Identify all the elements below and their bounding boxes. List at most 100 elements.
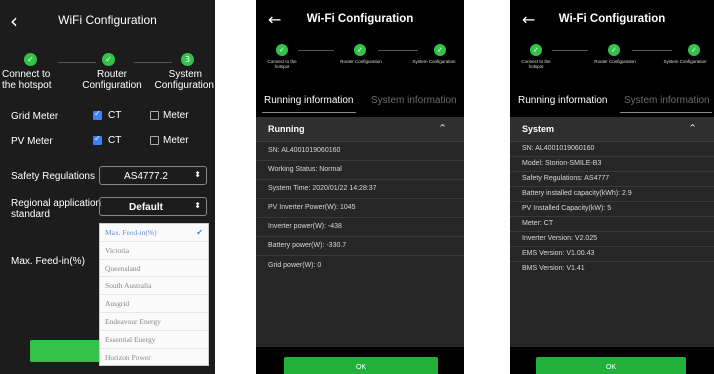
step-indicator: ✓ ✓ ✓ Connect to the hotspot Router Conf… (510, 44, 714, 90)
title-bar: ← Wi-Fi Configuration (510, 0, 714, 46)
step-label-line: hotspot (528, 64, 544, 69)
dropdown-option[interactable]: Endeavour Energy (100, 313, 208, 331)
tab-running-information[interactable]: Running information (518, 95, 608, 106)
info-text: Battery power(W): -330.7 (268, 242, 347, 249)
info-text: Meter: CT (522, 220, 554, 227)
chevron-up-icon: ^ (439, 123, 446, 132)
dropdown-option[interactable]: Ausgrid (100, 295, 208, 313)
tab-underline (262, 112, 356, 113)
safety-regulations-label: Safety Regulations (11, 171, 95, 182)
info-text: Battery installed capacity(kWh): 2.9 (522, 190, 632, 197)
info-row: PV Installed Capacity(kW): 5 (510, 201, 714, 216)
option-label: Max. Feed-in(%) (105, 228, 157, 237)
pv-meter-label: PV Meter (11, 136, 53, 147)
step-connector (134, 62, 172, 63)
info-text: Model: Storion-SMILE-B3 (522, 160, 602, 167)
tab-system-information[interactable]: System information (624, 95, 710, 106)
info-row: SN: AL4001019060160 (256, 141, 464, 160)
info-text: Grid power(W): 0 (268, 262, 322, 269)
dropdown-option[interactable]: Victoria (100, 242, 208, 260)
step-label: Connect to the hotspot (260, 59, 304, 69)
info-row: Inverter power(W): -438 (256, 217, 464, 236)
dropdown-option[interactable]: South Australia (100, 277, 208, 296)
title-bar: ← Wi-Fi Configuration (256, 0, 464, 46)
step-label-line: System (168, 69, 202, 80)
regional-standard-select[interactable]: Default ⬍ (99, 197, 207, 216)
info-text: PV Inverter Power(W): 1045 (268, 204, 356, 211)
step-connector (298, 50, 334, 51)
info-text: Inverter power(W): -438 (268, 223, 342, 230)
wifi-config-screen-settings: ‹ WiFi Configuration ✓ ✓ 3 Connect to th… (0, 0, 215, 374)
step-connector (378, 50, 418, 51)
ct-label: CT (108, 135, 122, 146)
updown-arrow-icon: ⬍ (194, 201, 201, 210)
grid-meter-row: Grid Meter CT Meter (0, 103, 215, 129)
step-connector (632, 50, 672, 51)
info-text: PV Installed Capacity(kW): 5 (522, 205, 612, 212)
info-text: EMS Version: V1.00.43 (522, 250, 595, 257)
ok-button[interactable]: OK (284, 357, 438, 374)
tab-system-information[interactable]: System information (371, 95, 457, 106)
tab-running-information[interactable]: Running information (264, 95, 354, 106)
info-row: Safety Regulations: AS4777 (510, 171, 714, 186)
tab-underline (620, 112, 712, 113)
info-row: PV Inverter Power(W): 1045 (256, 198, 464, 217)
chevron-up-icon: ^ (689, 123, 696, 132)
dropdown-option[interactable]: Essential Energy (100, 331, 208, 349)
info-row: Grid power(W): 0 (256, 255, 464, 277)
dropdown-option[interactable]: Horizon Power (100, 349, 208, 367)
regional-standard-label: Regional application standard (11, 198, 101, 220)
pv-meter-ct-checkbox[interactable] (93, 134, 102, 145)
step-done-check-icon: ✓ (530, 44, 542, 56)
running-section-header[interactable]: Running ^ (256, 117, 464, 141)
info-row: Meter: CT (510, 216, 714, 231)
next-button[interactable] (30, 340, 100, 362)
grid-meter-meter-checkbox[interactable] (150, 111, 159, 120)
section-title: System (522, 124, 555, 134)
page-title: Wi-Fi Configuration (558, 13, 666, 25)
step-current-number: 3 (181, 53, 194, 66)
pv-meter-row: PV Meter CT Meter (0, 128, 215, 154)
info-row: Battery power(W): -330.7 (256, 236, 464, 255)
info-row: Inverter Version: V2.025 (510, 231, 714, 246)
step-done-check-icon: ✓ (276, 44, 288, 56)
step-label-line: Router (96, 69, 127, 80)
pv-meter-meter-checkbox[interactable] (150, 136, 159, 145)
select-value: Default (129, 202, 163, 213)
info-text: SN: AL4001019060160 (268, 147, 341, 154)
title-bar: ‹ WiFi Configuration (0, 0, 215, 46)
step-connector (552, 50, 588, 51)
step-label: System Configuration (412, 59, 456, 64)
step-connector (58, 62, 96, 63)
step-done-check-icon: ✓ (434, 44, 446, 56)
dropdown-option[interactable]: Max. Feed-in(%) ✔ (100, 224, 208, 242)
page-title: Wi-Fi Configuration (306, 13, 414, 25)
regional-standard-dropdown: Max. Feed-in(%) ✔ Victoria Queensland So… (99, 223, 209, 366)
info-tabs: Running information System information (256, 92, 464, 114)
step-label: Router Configuration (340, 59, 382, 64)
meter-label: Meter (163, 135, 189, 146)
info-row: System Time: 2020/01/22 14:28:37 (256, 179, 464, 198)
ct-label: CT (108, 110, 122, 121)
info-row: SN: AL4001019060160 (510, 141, 714, 156)
meter-label: Meter (163, 110, 189, 121)
info-text: BMS Version: V1.41 (522, 265, 585, 272)
step-label-line: hotspot (274, 64, 290, 69)
info-row: Working Status: Normal (256, 160, 464, 179)
dropdown-option[interactable]: Queensland (100, 260, 208, 278)
step-label-line: Configuration (154, 80, 214, 91)
step-label: Connect to the hotspot (514, 59, 558, 69)
grid-meter-ct-checkbox[interactable] (93, 109, 102, 120)
ok-button[interactable]: OK (536, 357, 686, 374)
safety-regulations-select[interactable]: AS4777.2 ⬍ (99, 166, 207, 185)
info-row: BMS Version: V1.41 (510, 261, 714, 277)
updown-arrow-icon: ⬍ (194, 170, 201, 179)
info-row: Battery installed capacity(kWh): 2.9 (510, 186, 714, 201)
system-section-header[interactable]: System ^ (510, 117, 714, 141)
step-label-line: Connect to (2, 69, 51, 80)
info-text: System Time: 2020/01/22 14:28:37 (268, 185, 377, 192)
info-row: EMS Version: V1.00.43 (510, 246, 714, 261)
info-tabs: Running information System information (510, 92, 714, 114)
step-done-check-icon: ✓ (102, 53, 115, 66)
info-panel-fill (256, 277, 464, 347)
